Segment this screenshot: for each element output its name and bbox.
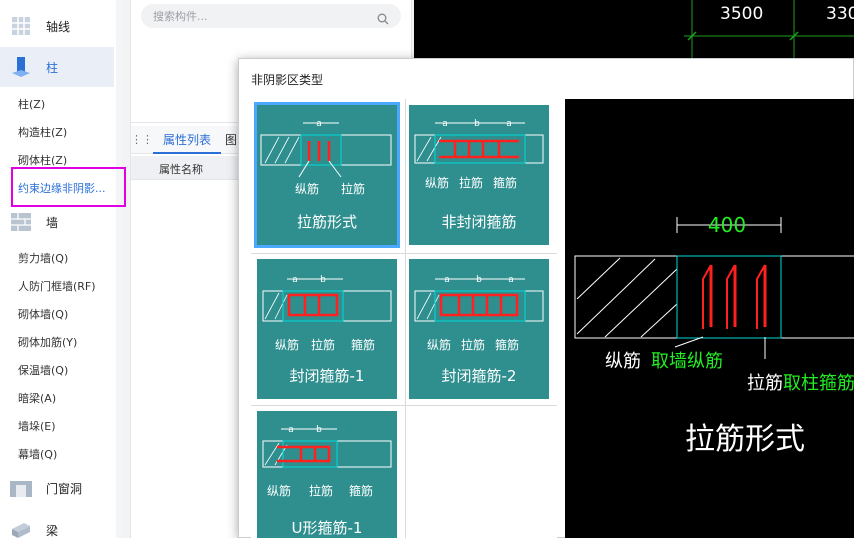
- preview-label-take-column: 取柱箍筋: [783, 373, 854, 394]
- tile-dim-b: b: [316, 425, 322, 435]
- type-option-open-stirrup[interactable]: a b a 纵筋 拉筋 箍筋 非封闭箍筋: [409, 105, 549, 245]
- tile-dim-a: a: [508, 275, 514, 285]
- sidebar-item-curtain-wall[interactable]: 幕墙(Q): [18, 446, 57, 462]
- tile-label-stirrup: 箍筋: [495, 337, 519, 352]
- preview-label-longitudinal: 纵筋: [605, 351, 641, 372]
- tab-property-list[interactable]: 属性列表: [153, 126, 222, 154]
- tile-label-tie: 拉筋: [311, 337, 335, 352]
- sidebar-item-insulation-wall[interactable]: 保温墙(Q): [18, 362, 68, 378]
- type-option-closed-stirrup-1[interactable]: a b 纵筋 拉筋 箍筋 封闭箍筋-1: [257, 259, 397, 399]
- preview-dim-400: 400: [708, 213, 746, 237]
- tile-dim-b: b: [476, 275, 482, 285]
- category-beam[interactable]: 梁: [0, 510, 114, 538]
- category-door-window[interactable]: 门窗洞: [0, 468, 114, 508]
- category-door-window-label: 门窗洞: [46, 481, 83, 496]
- selection-highlight: [11, 167, 126, 207]
- tile-label-stirrup: 箍筋: [351, 337, 375, 352]
- category-column[interactable]: 柱: [0, 47, 114, 87]
- tile-dim-a: a: [506, 119, 512, 129]
- sidebar-item-constructional-column[interactable]: 构造柱(Z): [18, 124, 67, 140]
- category-wall-label: 墙: [46, 215, 59, 230]
- component-search: [141, 4, 401, 28]
- search-icon[interactable]: [377, 10, 389, 29]
- sidebar-item-masonry-reinforcement[interactable]: 砌体加筋(Y): [18, 334, 77, 350]
- axis-grid-icon: [10, 15, 32, 37]
- dim-3500: 3500: [720, 4, 763, 24]
- beam-icon: [10, 519, 32, 538]
- tile-label-stirrup: 箍筋: [493, 175, 517, 190]
- sidebar-item-hidden-beam[interactable]: 暗梁(A): [18, 390, 56, 406]
- door-window-icon: [10, 477, 32, 499]
- category-axis-label: 轴线: [46, 19, 71, 34]
- non-shadow-zone-type-dialog: 非阴影区类型 a 纵筋 拉筋 拉筋形式 a b a 纵筋 拉筋 箍筋 非封闭箍筋…: [238, 58, 854, 538]
- dialog-title: 非阴影区类型: [251, 73, 324, 87]
- category-axis[interactable]: 轴线: [0, 6, 114, 46]
- drag-handle-icon[interactable]: ⋮⋮: [131, 133, 153, 146]
- tile-dim-a: a: [444, 275, 450, 285]
- column-icon: [10, 56, 32, 78]
- sidebar-item-column[interactable]: 柱(Z): [18, 96, 45, 112]
- tile-dim-b: b: [474, 119, 480, 129]
- category-column-label: 柱: [46, 60, 59, 75]
- tile-label-stirrup: 箍筋: [349, 483, 373, 498]
- tile-caption: 封闭箍筋-2: [441, 367, 517, 385]
- column-header-property-name: 属性名称: [159, 163, 203, 176]
- preview-caption: 拉筋形式: [685, 422, 805, 457]
- sidebar-scrollbar[interactable]: [116, 0, 122, 538]
- tile-dim-a: a: [288, 425, 294, 435]
- tile-caption: U形箍筋-1: [291, 519, 363, 537]
- component-sidebar: 轴线 柱 柱(Z) 构造柱(Z) 砌体柱(Z) 约束边缘非阴影... 墙 剪力墙…: [0, 0, 122, 538]
- tile-dim-b: b: [320, 275, 326, 285]
- cad-canvas[interactable]: 3500 330: [414, 0, 854, 60]
- tile-dim-a: a: [292, 275, 298, 285]
- tile-label-longitudinal: 纵筋: [295, 181, 319, 196]
- wall-brick-icon: [10, 211, 32, 233]
- tile-label-longitudinal: 纵筋: [427, 337, 451, 352]
- tile-label-tie: 拉筋: [459, 175, 483, 190]
- type-grid: a 纵筋 拉筋 拉筋形式 a b a 纵筋 拉筋 箍筋 非封闭箍筋 a b 纵筋…: [251, 99, 557, 538]
- tile-caption: 非封闭箍筋: [441, 213, 517, 231]
- tile-label-longitudinal: 纵筋: [275, 337, 299, 352]
- tile-label-longitudinal: 纵筋: [425, 175, 449, 190]
- tile-dim-a: a: [316, 119, 322, 129]
- sidebar-item-civil-defense-frame-wall[interactable]: 人防门框墙(RF): [18, 278, 96, 294]
- category-beam-label: 梁: [46, 523, 59, 538]
- tile-label-tie: 拉筋: [461, 337, 485, 352]
- type-option-u-stirrup-1[interactable]: a b 纵筋 拉筋 箍筋 U形箍筋-1: [257, 411, 397, 538]
- preview-label-take-wall: 取墙纵筋: [651, 351, 723, 372]
- category-wall[interactable]: 墙: [0, 202, 114, 242]
- preview-label-tie: 拉筋: [747, 373, 783, 394]
- type-preview: 400 纵筋 取墙纵筋 拉筋 取柱箍筋 拉筋形式: [565, 99, 854, 538]
- sidebar-item-shear-wall[interactable]: 剪力墙(Q): [18, 250, 68, 266]
- sidebar-item-masonry-column[interactable]: 砌体柱(Z): [18, 152, 67, 168]
- tile-caption: 拉筋形式: [296, 213, 357, 231]
- tile-label-tie: 拉筋: [341, 181, 365, 196]
- type-option-closed-stirrup-2[interactable]: a b a 纵筋 拉筋 箍筋 封闭箍筋-2: [409, 259, 549, 399]
- grid-divider: [251, 405, 557, 406]
- dim-330: 330: [826, 4, 854, 24]
- tile-dim-a: a: [442, 119, 448, 129]
- type-option-tie-bar[interactable]: a 纵筋 拉筋 拉筋形式: [254, 102, 400, 248]
- grid-divider: [405, 99, 406, 538]
- sidebar-item-wall-pier[interactable]: 墙垛(E): [18, 418, 56, 434]
- tile-label-longitudinal: 纵筋: [267, 483, 291, 498]
- tab-layer[interactable]: 图: [221, 131, 237, 148]
- tile-label-tie: 拉筋: [309, 483, 333, 498]
- sidebar-item-masonry-wall[interactable]: 砌体墙(Q): [18, 306, 68, 322]
- grid-divider: [251, 253, 557, 254]
- tile-caption: 封闭箍筋-1: [289, 367, 365, 385]
- search-input[interactable]: [153, 9, 363, 23]
